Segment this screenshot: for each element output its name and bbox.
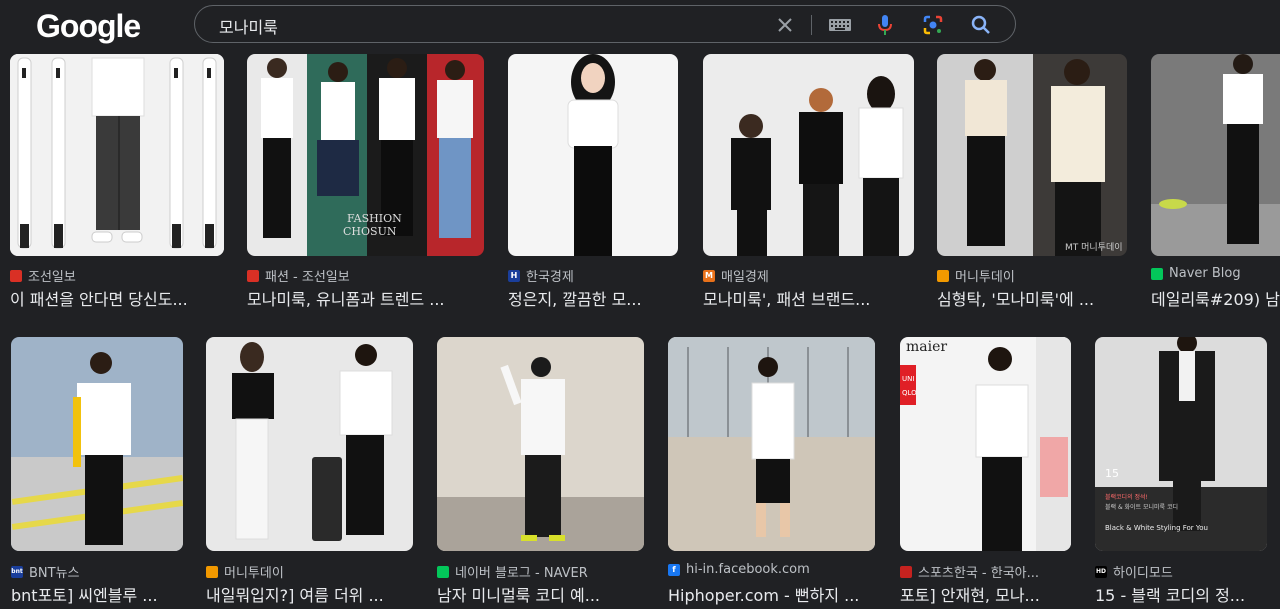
- image-result[interactable]: 15 블랙코디의 정석! 블랙 & 화이트 모니미룩 코디 Black & Wh…: [1095, 337, 1267, 607]
- result-source: 머니투데이: [937, 266, 1015, 285]
- search-divider: [811, 15, 812, 35]
- google-lens-icon[interactable]: [920, 12, 946, 38]
- result-thumbnail[interactable]: [437, 337, 644, 551]
- result-title[interactable]: 내일뭐입지?] 여름 더위 ...: [206, 582, 413, 606]
- google-logo[interactable]: Google: [36, 8, 141, 45]
- svg-text:블랙 & 화이트 모니미룩 코디: 블랙 & 화이트 모니미룩 코디: [1105, 503, 1178, 511]
- image-result[interactable]: H 한국경제 정은지, 깔끔한 모...: [508, 54, 678, 309]
- source-favicon: [10, 269, 22, 282]
- result-thumbnail[interactable]: maier UNI QLO: [900, 337, 1071, 551]
- source-favicon: [247, 269, 259, 282]
- svg-text:UNI: UNI: [902, 375, 914, 383]
- image-result[interactable]: f hi-in.facebook.com Hiphoper.com - 뻔하지 …: [668, 337, 875, 607]
- svg-text:CHOSUN: CHOSUN: [343, 225, 397, 238]
- result-source: 머니투데이: [206, 562, 284, 581]
- image-results-grid: 조선일보 이 패션을 안다면 당신도... FASHION CHOSUN 패션 …: [0, 54, 1280, 609]
- keyboard-icon[interactable]: [827, 12, 853, 38]
- image-result[interactable]: 조선일보 이 패션을 안다면 당신도...: [10, 54, 224, 309]
- result-title[interactable]: 남자 미니멀룩 코디 예...: [437, 582, 644, 606]
- microphone-icon[interactable]: [872, 12, 898, 38]
- result-title[interactable]: 모나미룩, 유니폼과 트렌드 ...: [247, 286, 481, 310]
- result-title[interactable]: 포토] 안재현, 모나...: [900, 582, 1071, 606]
- result-source: 스포츠한국 - 한국아...: [900, 562, 1039, 581]
- result-thumbnail[interactable]: FASHION CHOSUN: [247, 54, 484, 256]
- svg-text:QLO: QLO: [902, 389, 917, 397]
- result-thumbnail[interactable]: [703, 54, 914, 256]
- source-favicon: [900, 565, 912, 578]
- result-source: 네이버 블로그 - NAVER: [437, 562, 588, 581]
- result-title[interactable]: 정은지, 깔끔한 모...: [508, 286, 676, 310]
- svg-text:15: 15: [1105, 467, 1119, 480]
- result-title[interactable]: bnt포토] 씨엔블루 ...: [11, 582, 183, 606]
- result-source: H 한국경제: [508, 266, 574, 285]
- result-title[interactable]: 데일리룩#209) 남: [1151, 286, 1280, 310]
- svg-text:maier: maier: [906, 339, 947, 355]
- result-thumbnail[interactable]: [508, 54, 678, 256]
- image-result[interactable]: MT 머니투데이 머니투데이 심형탁, '모나미룩'에 ...: [937, 54, 1127, 309]
- watermark-text: FASHION: [347, 212, 402, 225]
- result-title[interactable]: 모나미룩', 패션 브랜드...: [703, 286, 913, 310]
- result-thumbnail[interactable]: [1151, 54, 1280, 256]
- source-favicon: HD: [1095, 565, 1107, 578]
- result-thumbnail[interactable]: [10, 54, 224, 256]
- result-title[interactable]: Hiphoper.com - 뻔하지 ...: [668, 582, 875, 606]
- result-thumbnail[interactable]: 15 블랙코디의 정석! 블랙 & 화이트 모니미룩 코디 Black & Wh…: [1095, 337, 1267, 551]
- close-icon[interactable]: [772, 12, 798, 38]
- header: Google 모나미룩: [0, 0, 1280, 54]
- result-title[interactable]: 15 - 블랙 코디의 정...: [1095, 582, 1267, 606]
- result-source: f hi-in.facebook.com: [668, 562, 810, 577]
- source-favicon: [1151, 267, 1163, 280]
- svg-text:MT 머니투데이: MT 머니투데이: [1065, 242, 1123, 253]
- source-favicon: H: [508, 269, 520, 282]
- image-result[interactable]: 네이버 블로그 - NAVER 남자 미니멀룩 코디 예...: [437, 337, 644, 607]
- source-favicon: bnt: [11, 565, 23, 578]
- result-source: Naver Blog: [1151, 266, 1241, 281]
- source-favicon: [206, 565, 218, 578]
- result-thumbnail[interactable]: [668, 337, 875, 551]
- image-result[interactable]: Naver Blog 데일리룩#209) 남: [1151, 54, 1280, 309]
- image-result[interactable]: M 매일경제 모나미룩', 패션 브랜드...: [703, 54, 914, 309]
- result-title[interactable]: 심형탁, '모나미룩'에 ...: [937, 286, 1125, 310]
- svg-text:Black & White Styling For You: Black & White Styling For You: [1105, 524, 1208, 532]
- result-thumbnail[interactable]: MT 머니투데이: [937, 54, 1127, 256]
- source-favicon: [437, 565, 449, 578]
- svg-text:블랙코디의 정석!: 블랙코디의 정석!: [1105, 493, 1148, 501]
- image-result[interactable]: 머니투데이 내일뭐입지?] 여름 더위 ...: [206, 337, 413, 607]
- source-favicon: M: [703, 269, 715, 282]
- search-bar[interactable]: 모나미룩: [194, 5, 1016, 43]
- result-title[interactable]: 이 패션을 안다면 당신도...: [10, 286, 220, 310]
- image-result[interactable]: bnt BNT뉴스 bnt포토] 씨엔블루 ...: [11, 337, 183, 607]
- image-result[interactable]: maier UNI QLO 스포츠한국 - 한국아... 포토] 안재현, 모나…: [900, 337, 1071, 607]
- result-source: 패션 - 조선일보: [247, 266, 350, 285]
- result-source: HD 하이디모드: [1095, 565, 1173, 581]
- search-input[interactable]: 모나미룩: [219, 14, 278, 38]
- result-source: bnt BNT뉴스: [11, 565, 80, 581]
- result-source: 조선일보: [10, 266, 76, 285]
- image-result[interactable]: FASHION CHOSUN 패션 - 조선일보 모나미룩, 유니폼과 트렌드 …: [247, 54, 484, 309]
- source-favicon: [937, 269, 949, 282]
- result-source: M 매일경제: [703, 266, 769, 285]
- source-favicon: f: [668, 563, 680, 576]
- result-thumbnail[interactable]: [11, 337, 183, 551]
- search-icon[interactable]: [968, 12, 994, 38]
- result-thumbnail[interactable]: [206, 337, 413, 551]
